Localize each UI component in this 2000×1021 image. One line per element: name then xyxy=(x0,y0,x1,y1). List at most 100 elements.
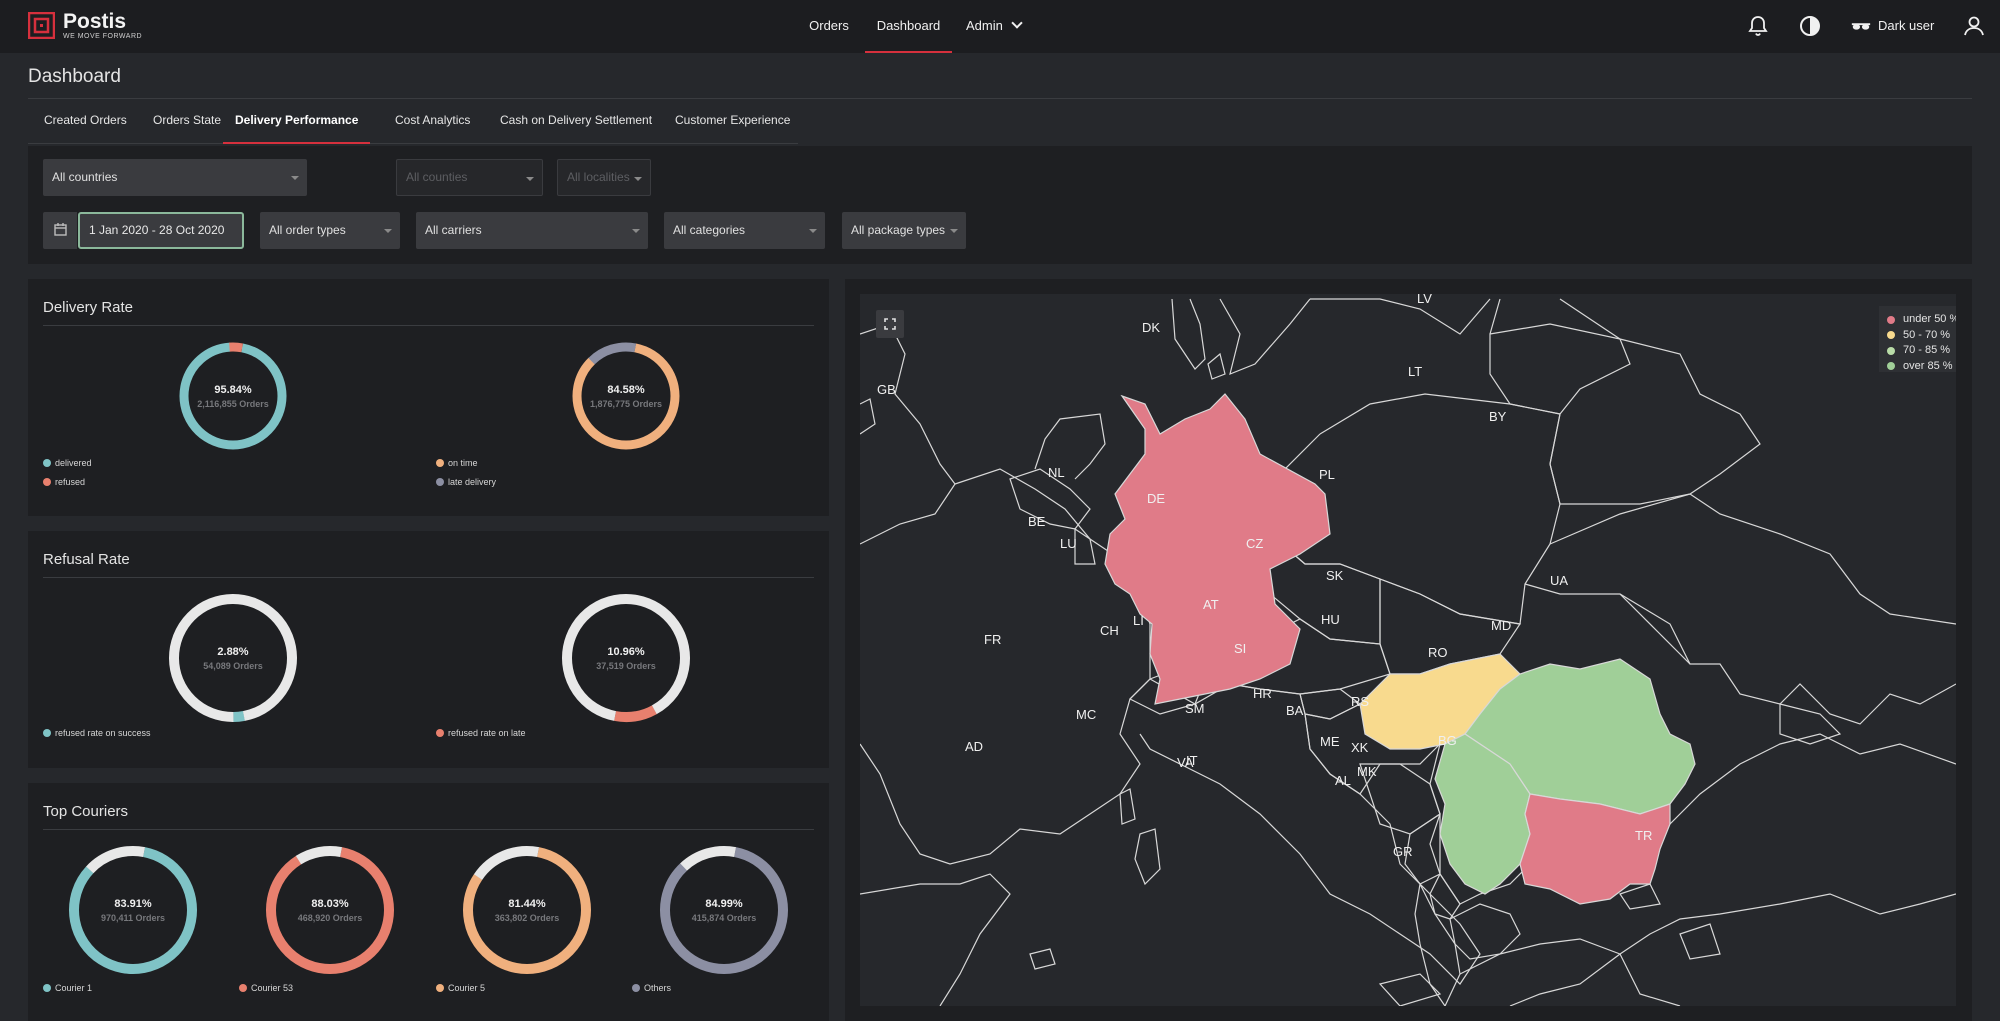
user-name[interactable]: Dark user xyxy=(1878,18,1934,33)
date-range-input[interactable]: 1 Jan 2020 - 28 Oct 2020 xyxy=(78,212,244,249)
legend-item[interactable]: Courier 53 xyxy=(239,983,293,993)
country-label-lu: LU xyxy=(1060,536,1077,551)
nav-dashboard[interactable]: Dashboard xyxy=(865,0,952,53)
map-panel: LV DK LT GB BY NL PL DE BE LU CZ UA SK AT LI CH HU MD FR SI… xyxy=(845,279,1972,1021)
countries-select-value: All countries xyxy=(52,170,118,184)
country-label-dk: DK xyxy=(1142,320,1160,335)
postis-logo-icon xyxy=(28,12,55,39)
title-divider xyxy=(28,98,1972,99)
localities-select-value: All localities xyxy=(567,170,630,184)
denmark-border xyxy=(1171,298,1206,370)
legend-label: refused rate on late xyxy=(448,728,526,738)
legend-item[interactable]: Courier 5 xyxy=(436,983,485,993)
sweden-coast xyxy=(1219,298,1311,375)
legend-dot xyxy=(43,459,51,467)
donut-center-label: 95.84% 2,116,855 Orders xyxy=(173,384,293,409)
donut-percent: 88.03% xyxy=(311,898,349,910)
incognito-icon xyxy=(1851,23,1871,30)
country-de[interactable] xyxy=(1104,393,1331,705)
counties-select[interactable]: All counties xyxy=(396,159,543,196)
order-types-select[interactable]: All order types xyxy=(260,212,400,249)
counties-select-value: All counties xyxy=(406,170,468,184)
legend-item[interactable]: delivered xyxy=(43,458,92,468)
country-label-ba: BA xyxy=(1286,703,1304,718)
europe-map[interactable]: LV DK LT GB BY NL PL DE BE LU CZ UA SK AT LI CH HU MD FR SI… xyxy=(860,294,1956,1006)
carriers-select[interactable]: All carriers xyxy=(416,212,648,249)
baltic-coast xyxy=(1310,298,1491,335)
legend-label: Courier 1 xyxy=(55,983,93,993)
carriers-select-value: All carriers xyxy=(425,223,482,237)
localities-select[interactable]: All localities xyxy=(557,159,651,196)
uk-coast xyxy=(860,323,956,545)
legend-dot xyxy=(1887,331,1895,340)
country-label-pl: PL xyxy=(1319,467,1335,482)
country-label-si: SI xyxy=(1234,641,1246,656)
crimea xyxy=(1779,703,1842,745)
country-label-tr: TR xyxy=(1635,828,1652,843)
tab-created-orders[interactable]: Created Orders xyxy=(44,104,127,144)
country-label-sk: SK xyxy=(1326,568,1344,583)
order-types-select-value: All order types xyxy=(269,223,346,237)
black-sea-coast xyxy=(1659,733,1956,835)
page-title: Dashboard xyxy=(28,66,121,87)
package-types-select[interactable]: All package types xyxy=(842,212,966,249)
country-label-lv: LV xyxy=(1417,294,1432,306)
user-icon[interactable] xyxy=(1962,14,1986,38)
france-border xyxy=(860,468,1151,865)
turkey-border xyxy=(1619,893,1956,1006)
country-label-hu: HU xyxy=(1321,612,1340,627)
country-label-me: ME xyxy=(1320,734,1340,749)
categories-select-value: All categories xyxy=(673,223,746,237)
country-label-at: AT xyxy=(1203,597,1219,612)
country-label-xk: XK xyxy=(1351,740,1369,755)
caret-down-icon xyxy=(950,229,958,233)
caret-down-icon xyxy=(634,177,642,181)
categories-select[interactable]: All categories xyxy=(664,212,825,249)
tab-delivery-performance[interactable]: Delivery Performance xyxy=(223,104,371,144)
sicily xyxy=(1378,973,1442,1006)
country-label-ad: AD xyxy=(965,739,983,754)
card-title: Refusal Rate xyxy=(43,551,130,568)
country-label-be: BE xyxy=(1028,514,1046,529)
legend-item[interactable]: refused xyxy=(43,477,85,487)
legend-dot xyxy=(43,984,51,992)
countries-select[interactable]: All countries xyxy=(43,159,307,196)
legend-label: refused xyxy=(55,477,86,487)
country-label-it: IT xyxy=(1186,753,1198,768)
card-title: Top Couriers xyxy=(43,803,129,820)
tab-cash-on-delivery[interactable]: Cash on Delivery Settlement xyxy=(500,104,652,144)
bell-icon[interactable] xyxy=(1746,14,1770,38)
calendar-button[interactable] xyxy=(43,212,77,249)
filter-panel: All countries All counties All localitie… xyxy=(28,146,1972,264)
country-label-mk: MK xyxy=(1357,764,1377,779)
card-divider xyxy=(43,577,814,578)
donut-percent: 83.91% xyxy=(114,898,152,910)
tab-cost-analytics[interactable]: Cost Analytics xyxy=(395,104,470,144)
legend-item[interactable]: on time xyxy=(436,458,478,468)
tab-orders-state[interactable]: Orders State xyxy=(153,104,221,144)
donut-orders: 2,116,855 Orders xyxy=(197,399,269,409)
logo[interactable]: Postis WE MOVE FORWARD xyxy=(28,11,142,40)
nav-orders[interactable]: Orders xyxy=(806,0,852,53)
theme-toggle-icon[interactable] xyxy=(1798,14,1822,38)
legend-label: refused rate on success xyxy=(55,728,151,738)
legend-item[interactable]: refused rate on success xyxy=(43,728,151,738)
donut-center-label: 10.96% 37,519 Orders xyxy=(566,646,686,671)
denmark-island xyxy=(1207,352,1226,380)
legend-item[interactable]: Courier 1 xyxy=(43,983,92,993)
legend-label: 70 - 85 % xyxy=(1903,344,1951,356)
donut-percent: 84.99% xyxy=(705,898,743,910)
nav-admin[interactable]: Admin xyxy=(966,0,1028,53)
legend-item[interactable]: late delivery xyxy=(436,477,496,487)
refusal-rate-card: Refusal Rate 2.88% 54,089 Orders 10.96% … xyxy=(28,531,829,768)
donut-percent: 84.58% xyxy=(607,384,645,396)
fullscreen-button[interactable] xyxy=(876,310,904,338)
belarus-border xyxy=(1549,338,1761,505)
brand-tagline: WE MOVE FORWARD xyxy=(63,33,143,40)
legend-item[interactable]: Others xyxy=(632,983,671,993)
tab-customer-experience[interactable]: Customer Experience xyxy=(675,104,790,144)
legend-label: over 85 % xyxy=(1903,359,1953,372)
legend-item[interactable]: refused rate on late xyxy=(436,728,526,738)
donut-orders: 468,920 Orders xyxy=(297,913,363,923)
country-label-cz: CZ xyxy=(1246,536,1263,551)
